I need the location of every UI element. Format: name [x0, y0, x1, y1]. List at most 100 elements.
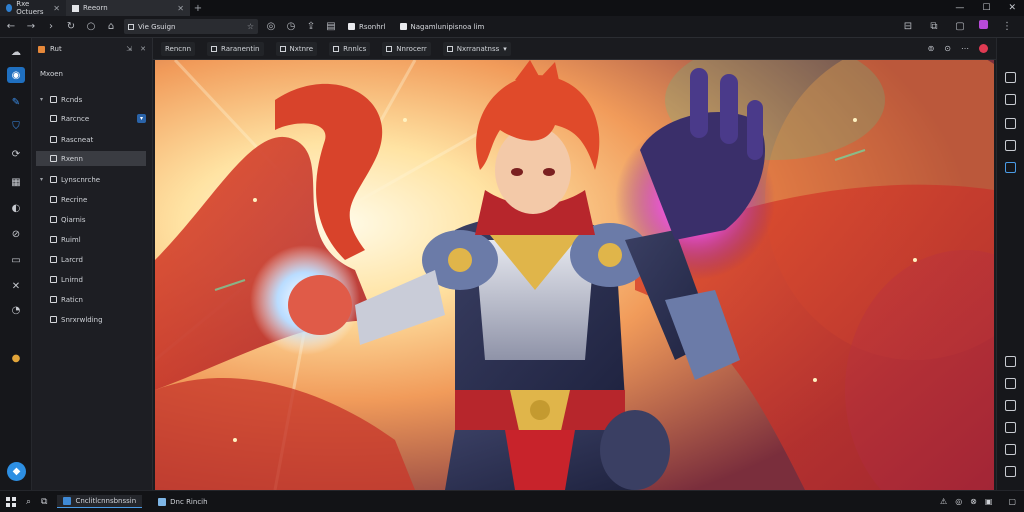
task-view-icon[interactable]: ⧉ [41, 497, 47, 507]
explorer-icon[interactable]: ◉ [7, 67, 25, 83]
bookmark-2[interactable]: Nagamlunipisnoa lim [396, 23, 489, 31]
star-icon[interactable]: ☆ [247, 22, 254, 31]
compass-icon[interactable]: ⊘ [7, 226, 25, 242]
check-icon[interactable] [1005, 162, 1016, 173]
assistant-button[interactable]: ◆ [7, 462, 26, 481]
save-icon[interactable] [1005, 140, 1016, 151]
shield-icon[interactable]: ⛉ [7, 118, 25, 134]
file-icon [50, 196, 57, 203]
editor-tab[interactable]: Rencnn [161, 41, 196, 56]
editor-tab[interactable]: Nxtnre [275, 41, 318, 56]
notification-icon[interactable] [979, 44, 988, 53]
downloads-icon[interactable]: ▤ [324, 20, 338, 34]
editor-tab[interactable]: Raranentin [207, 41, 264, 56]
bookmark-icon [348, 23, 355, 30]
activity-bar: ☁ ◉ ✎ ⛉ ⟳ ▦ ◐ ⊘ ▭ ✕ ◔ ● ◆ [0, 38, 32, 490]
history-icon[interactable]: ◷ [284, 20, 298, 34]
profile-icon[interactable] [979, 19, 988, 29]
tree-item[interactable]: Rascneat [36, 132, 146, 147]
search-icon[interactable]: ⊚ [928, 44, 935, 53]
copy-icon[interactable]: ⧉ [927, 20, 941, 34]
sync-icon[interactable]: ⟳ [7, 146, 25, 162]
settings-icon[interactable]: ○ [84, 20, 98, 34]
tree-item[interactable]: Raticn [36, 292, 146, 307]
cloud-icon[interactable]: ☁ [7, 44, 25, 60]
tree-item[interactable]: Rarcnce ▾ [36, 111, 146, 126]
tree-item[interactable]: Larcrd [36, 252, 146, 267]
chevron-down-icon[interactable]: ▾ [40, 176, 46, 183]
tree-item-selected[interactable]: Rxenn [36, 151, 146, 166]
tree-item[interactable]: Qiarnis [36, 212, 146, 227]
grid-icon[interactable]: ▦ [7, 174, 25, 190]
file-icon [333, 45, 340, 52]
forward-arrow-icon[interactable]: → [24, 20, 38, 34]
file-icon [50, 236, 57, 243]
close-window-button[interactable]: ✕ [1008, 3, 1016, 13]
tree-item[interactable]: ▾ Lynscnrche [36, 172, 146, 187]
new-tab-button[interactable]: + [190, 3, 206, 14]
explorer-panel: Rut ⇲ ✕ Mxoen ▾ Rcnds Rarcnce ▾ Rascneat… [32, 38, 153, 490]
taskbar-app-1[interactable]: Cnclitlcnnsbnssin [57, 495, 143, 508]
new-file-icon[interactable]: ⇲ [126, 45, 132, 53]
settings-icon[interactable] [1005, 444, 1016, 455]
layers-icon[interactable] [1005, 356, 1016, 367]
tree-item-label: Lynscnrche [61, 175, 101, 184]
account-icon[interactable] [1005, 466, 1016, 477]
chevron-down-icon[interactable]: ▾ [503, 45, 507, 53]
home-icon[interactable]: ⌂ [104, 20, 118, 34]
taskbar-app-2[interactable]: Dnc Rincih [152, 496, 213, 508]
tree-item[interactable]: Recrine [36, 192, 146, 207]
minimize-button[interactable]: — [955, 3, 964, 13]
collapse-icon[interactable]: ✕ [140, 45, 146, 53]
address-text: Vie Gsuign [138, 22, 176, 31]
bookmark-1[interactable]: Rsonhrl [344, 23, 390, 31]
tree-item-label: Raticn [61, 295, 83, 304]
battery-icon[interactable]: ▣ [985, 497, 993, 506]
split-icon[interactable]: ⊙ [944, 44, 951, 53]
file-icon [50, 115, 57, 122]
browser-tab-2[interactable]: Reeorn ✕ [66, 0, 190, 16]
editor-tab[interactable]: Nnrocerr [382, 41, 431, 56]
network-icon[interactable]: ◎ [955, 497, 962, 506]
start-button[interactable] [6, 496, 16, 507]
pin-icon[interactable]: ⊟ [901, 20, 915, 34]
palette-icon[interactable]: ◐ [7, 200, 25, 216]
chevron-down-icon[interactable]: ▾ [40, 96, 46, 103]
editor-tab[interactable]: Nxrranatnss ▾ [442, 41, 511, 56]
panel-icon[interactable] [1005, 94, 1016, 105]
menu-icon[interactable]: ⋮ [1000, 20, 1014, 34]
grid-icon[interactable] [1005, 378, 1016, 389]
tree-item[interactable]: Lnirnd [36, 272, 146, 287]
tree-item[interactable]: ▾ Rcnds [36, 92, 146, 107]
browser-tab-1[interactable]: Rxe Octuers ✕ [0, 0, 66, 16]
chevron-down-icon[interactable]: ▾ [137, 114, 146, 123]
chevron-right-icon[interactable]: › [44, 20, 58, 34]
share-icon[interactable]: ⇪ [304, 20, 318, 34]
address-bar[interactable]: Vie Gsuign ☆ [124, 19, 258, 34]
terminal-icon[interactable]: ▭ [7, 252, 25, 268]
lock-icon[interactable]: ▢ [953, 20, 967, 34]
refresh-icon[interactable]: ↻ [64, 20, 78, 34]
terminal-icon[interactable] [1005, 422, 1016, 433]
notification-icon[interactable]: ▢ [1008, 497, 1016, 506]
more-icon[interactable]: ⋯ [961, 44, 969, 53]
brush-icon[interactable]: ✎ [7, 94, 25, 110]
back-arrow-icon[interactable]: ← [4, 20, 18, 34]
list-icon[interactable] [1005, 400, 1016, 411]
tree-item[interactable]: Ruiml [36, 232, 146, 247]
volume-icon[interactable]: ⊗ [970, 497, 977, 506]
title-bar: Rxe Octuers ✕ Reeorn ✕ + — ☐ ✕ [0, 0, 1024, 16]
tools-icon[interactable]: ✕ [7, 278, 25, 294]
chat-icon[interactable]: ● [7, 350, 25, 366]
play-icon[interactable] [1005, 118, 1016, 129]
extension-icon[interactable]: ◎ [264, 20, 278, 34]
tree-item[interactable]: Snrxrwlding [36, 312, 146, 327]
close-tab-icon[interactable]: ✕ [53, 4, 60, 13]
maximize-button[interactable]: ☐ [982, 3, 990, 13]
editor-tab[interactable]: Rnnlcs [329, 41, 371, 56]
search-icon[interactable]: ⌕ [26, 497, 31, 507]
gauge-icon[interactable]: ◔ [7, 302, 25, 318]
bell-icon[interactable] [1005, 72, 1016, 83]
close-tab-icon[interactable]: ✕ [177, 4, 184, 13]
warning-icon[interactable]: ⚠ [940, 497, 947, 506]
